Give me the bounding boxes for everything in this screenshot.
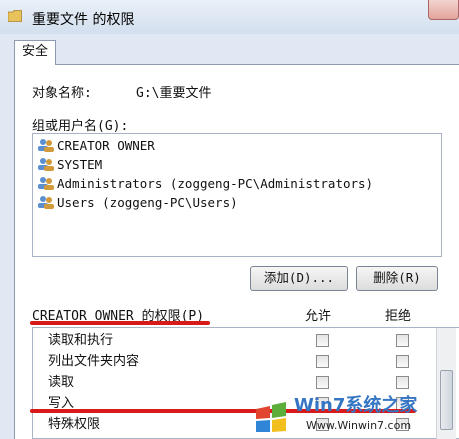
deny-checkbox[interactable]	[396, 334, 409, 347]
watermark-url: Www.Winwin7.com	[306, 419, 412, 432]
permission-label: 特殊权限	[48, 417, 101, 432]
list-item[interactable]: Administrators (zoggeng-PC\Administrator…	[37, 174, 373, 192]
user-group-icon	[38, 158, 54, 171]
allow-checkbox[interactable]	[316, 355, 329, 368]
users-list[interactable]: CREATOR OWNER SYSTEM Administrators (zog…	[32, 133, 442, 257]
list-item[interactable]: SYSTEM	[37, 155, 102, 173]
red-underline-annotation	[30, 321, 210, 325]
deny-column-header: 拒绝	[385, 309, 412, 324]
list-item-label: SYSTEM	[57, 156, 103, 172]
list-item[interactable]: Users (zoggeng-PC\Users)	[37, 193, 238, 211]
list-item-label: Administrators (zoggeng-PC\Administrator…	[57, 175, 374, 191]
add-button[interactable]: 添加(D)...	[250, 266, 348, 291]
permission-label: 读取	[48, 375, 75, 390]
watermark-logo: Win7系统之家 Www.Winwin7.com	[250, 385, 459, 439]
user-group-icon	[38, 196, 54, 209]
permission-label: 列出文件夹内容	[48, 354, 140, 369]
user-group-icon	[38, 139, 54, 152]
user-group-icon	[38, 177, 54, 190]
deny-checkbox[interactable]	[396, 355, 409, 368]
object-name-label: 对象名称:	[32, 86, 92, 101]
watermark-brand: Win7系统之家	[294, 395, 418, 416]
allow-checkbox[interactable]	[316, 334, 329, 347]
window-title: 重要文件 的权限	[32, 12, 135, 28]
list-item[interactable]: CREATOR OWNER	[37, 136, 155, 154]
permission-label: 读取和执行	[48, 333, 114, 348]
close-button[interactable]	[428, 0, 459, 20]
users-group-label: 组或用户名(G):	[32, 119, 129, 134]
folder-icon	[8, 10, 22, 22]
object-name-value: G:\重要文件	[136, 86, 212, 101]
list-item-label: Users (zoggeng-PC\Users)	[57, 194, 238, 210]
allow-column-header: 允许	[305, 309, 332, 324]
tab-security[interactable]: 安全	[14, 40, 56, 65]
list-item-label: CREATOR OWNER	[57, 137, 155, 153]
remove-button[interactable]: 删除(R)	[356, 266, 438, 291]
